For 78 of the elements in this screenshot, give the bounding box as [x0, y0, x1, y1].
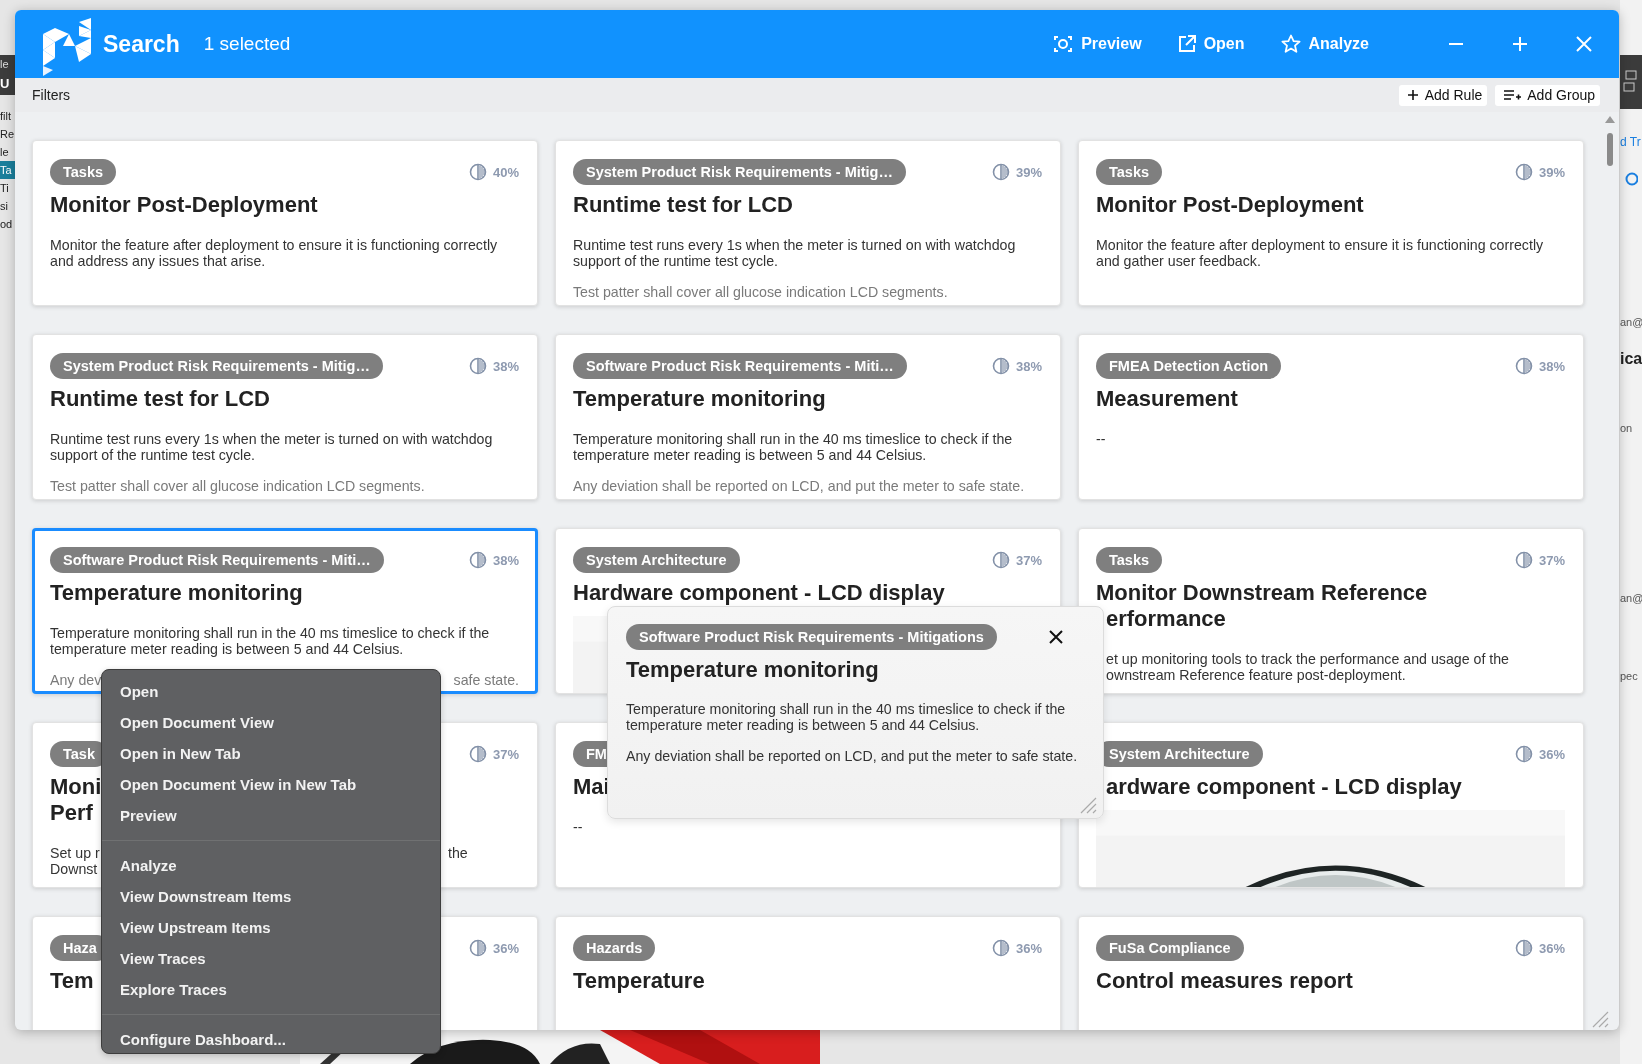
card-title: Tem — [50, 968, 94, 994]
popup-note: Any deviation shall be reported on LCD, and put the meter to safe state. — [626, 748, 1079, 764]
background-text: on — [1620, 422, 1633, 434]
card-description: -- — [573, 819, 583, 835]
card-note: Any dev — [50, 672, 102, 688]
card-description: Monitor the feature after deployment to ensure it is functioning correctly and address any issues that arise. — [50, 237, 499, 269]
background-text: U — [0, 73, 15, 95]
background-text: le — [0, 55, 15, 73]
match-score: 37% — [1538, 552, 1565, 568]
category-tag: Software Product Risk Requirements - Miti… — [573, 353, 907, 379]
category-tag: Software Product Risk Requirements - Miti… — [50, 547, 384, 573]
card-title: Control measures report — [1096, 968, 1353, 994]
background-text: od — [0, 217, 14, 232]
card-description: Runtime test runs every 1s when the meter is turned on with watchdog support of the runtime test cycle. — [573, 237, 1017, 269]
card-title: Temperature — [573, 968, 705, 994]
background-text: filt — [0, 109, 12, 124]
match-score: 37% — [492, 746, 519, 762]
match-score: 39% — [1538, 164, 1565, 180]
background-text: ica — [1620, 350, 1642, 368]
card-description: the — [448, 845, 469, 863]
category-tag: Tasks — [1096, 547, 1163, 573]
match-score: 39% — [1015, 164, 1042, 180]
category-tag: FMEA Detection Action — [1096, 353, 1282, 379]
background-text: d Tr — [1620, 135, 1641, 149]
background-text: Ta — [0, 161, 15, 179]
background-text: Ti — [0, 181, 10, 196]
card-description: et up monitoring tools to track the performance and usage of the ownstream Reference feature post-deployment. — [1106, 651, 1509, 683]
card-note: Any deviation shall be reported on LCD, and put the meter to safe state. — [573, 478, 1025, 494]
category-tag: System Product Risk Requirements - Mitig… — [50, 353, 383, 379]
card-description: Temperature monitoring shall run in the 40 ms timeslice to check if the temperature meter reading is between 5 and 44 Celsius. — [50, 625, 491, 657]
card-description: Set up r Downst — [50, 845, 100, 877]
card-description: Runtime test runs every 1s when the meter is turned on with watchdog support of the runtime test cycle. — [50, 431, 494, 463]
background-text: Re — [0, 127, 15, 142]
match-score: 38% — [492, 552, 519, 568]
category-tag: Tasks — [1096, 159, 1163, 185]
match-score: 40% — [492, 164, 519, 180]
card-title: Temperature monitoring — [50, 580, 303, 606]
background-text: si — [0, 199, 9, 214]
card-title: Temperature monitoring — [573, 386, 826, 412]
category-tag: Tasks — [50, 159, 117, 185]
card-description: Monitor the feature after deployment to ensure it is functioning correctly and gather user feedback. — [1096, 237, 1545, 269]
match-score: 37% — [1015, 552, 1042, 568]
background-text: pec — [1620, 670, 1638, 682]
category-tag: Software Product Risk Requirements - Mitigations — [626, 624, 997, 650]
selection-count: 1 selected — [203, 33, 291, 55]
match-score: 38% — [1015, 358, 1042, 374]
popup-description: Temperature monitoring shall run in the 40 ms timeslice to check if the temperature meter reading is between 5 and 44 Celsius. — [626, 701, 1067, 733]
card-note: safe state. — [453, 672, 519, 688]
card-title: Measurement — [1096, 386, 1238, 412]
match-score: 36% — [1538, 746, 1565, 762]
card-description: -- — [1096, 431, 1106, 447]
match-score: 36% — [1015, 940, 1042, 956]
card-title: Runtime test for LCD — [50, 386, 270, 412]
match-score: 38% — [492, 358, 519, 374]
filters-label: Filters — [32, 87, 71, 103]
card-title: Hardware component - LCD display — [573, 580, 945, 606]
category-tag: System Architecture — [573, 547, 740, 573]
background-text: le — [0, 145, 10, 160]
card-title: Moni Perf — [50, 774, 102, 826]
match-score: 36% — [1538, 940, 1565, 956]
card-title: Runtime test for LCD — [573, 192, 793, 218]
card-note: Test patter shall cover all glucose indication LCD segments. — [50, 478, 425, 494]
card-title: ardware component - LCD display — [1106, 774, 1462, 800]
card-title: Monitor Post-Deployment — [50, 192, 318, 218]
card-title: erformance — [1106, 606, 1226, 632]
card-note: Test patter shall cover all glucose indication LCD segments. — [573, 284, 948, 300]
background-text: an@ — [1620, 316, 1642, 328]
background-text: an@ — [1620, 592, 1642, 604]
match-score: 36% — [492, 940, 519, 956]
popup-title: Temperature monitoring — [626, 657, 880, 683]
category-tag: Hazards — [573, 935, 656, 961]
match-score: 38% — [1538, 358, 1565, 374]
category-tag: System Product Risk Requirements - Mitig… — [573, 159, 906, 185]
card-title: Monitor Post-Deployment — [1096, 192, 1364, 218]
card-description: Temperature monitoring shall run in the 40 ms timeslice to check if the temperature meter reading is between 5 and 44 Celsius. — [573, 431, 1014, 463]
card-title: Monitor Downstream Reference — [1096, 580, 1428, 606]
dialog-title: Search — [103, 30, 180, 58]
category-tag: FuSa Compliance — [1096, 935, 1244, 961]
